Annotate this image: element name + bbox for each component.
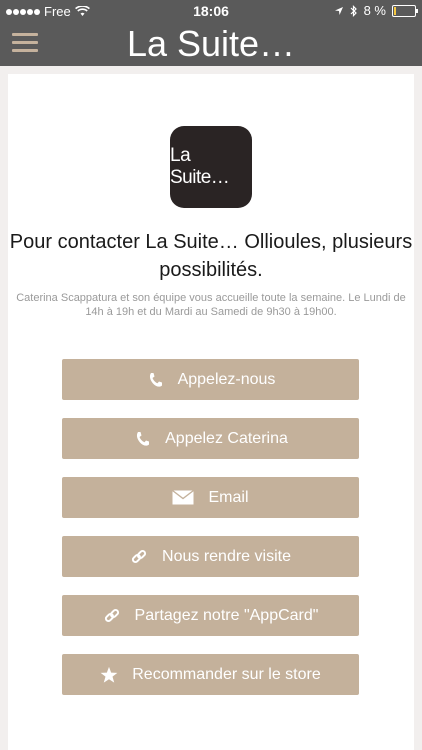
email-label: Email [208,488,249,506]
nav-title: La Suite… [126,23,296,64]
call-us-button[interactable]: Appelez-nous [62,359,359,400]
visit-us-button[interactable]: Nous rendre visite [62,536,359,577]
share-appcard-label: Partagez notre "AppCard" [134,606,319,624]
recommend-store-button[interactable]: Recommander sur le store [62,654,359,695]
call-caterina-button[interactable]: Appelez Caterina [62,418,359,459]
email-button[interactable]: Email [62,477,359,518]
recommend-store-label: Recommander sur le store [132,665,321,683]
link-icon [130,548,148,566]
hours-description: Caterina Scappatura et son équipe vous a… [16,292,406,318]
star-icon [100,666,118,684]
phone-icon [133,430,151,448]
envelope-icon [172,489,195,507]
logo-text: La Suite… [170,145,230,188]
phone-icon [146,371,164,389]
link-icon [103,607,121,625]
location-arrow-icon [334,6,343,15]
nav-bar: La Suite… [0,22,422,66]
bluetooth-icon [350,4,357,17]
call-us-label: Appelez-nous [177,370,276,388]
battery-percent: 8 % [363,3,386,18]
status-bar: Free 18:06 8 % [0,0,422,22]
battery-icon [392,4,418,17]
visit-us-label: Nous rendre visite [162,547,291,565]
page-heading: Pour contacter La Suite… Ollioules, plus… [9,231,413,281]
call-caterina-label: Appelez Caterina [165,429,288,447]
contact-panel: La Suite… Pour contacter La Suite… Ollio… [8,74,414,750]
app-logo: La Suite… [170,126,252,208]
share-appcard-button[interactable]: Partagez notre "AppCard" [62,595,359,636]
status-right: 8 % [334,3,418,18]
